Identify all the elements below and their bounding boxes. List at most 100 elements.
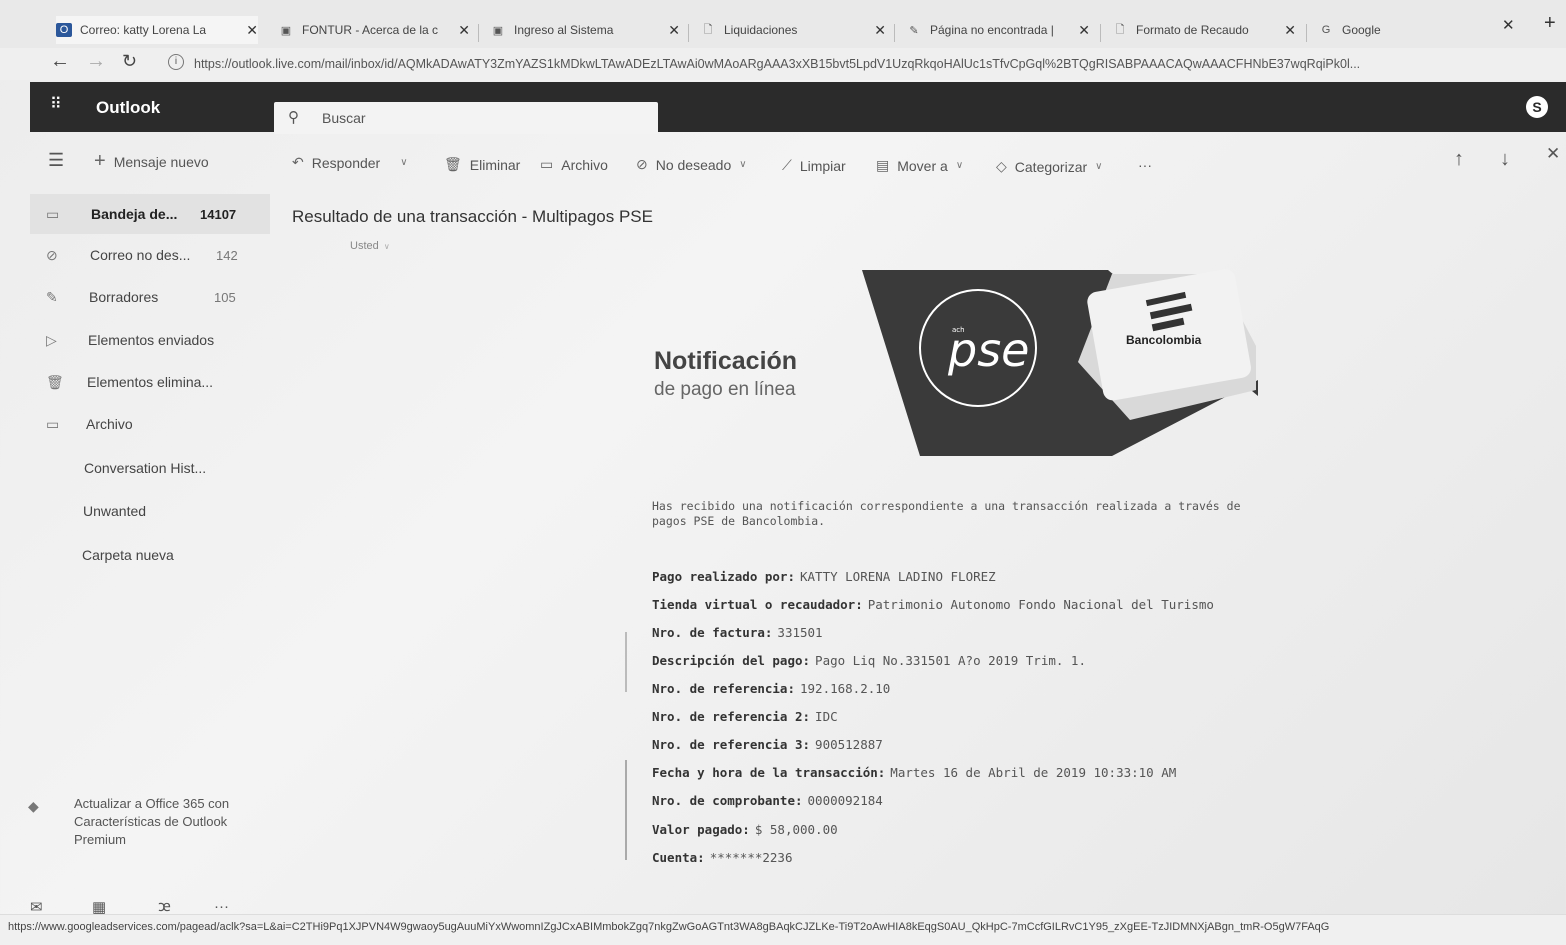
tab-title: Google <box>1342 23 1381 37</box>
folder-name: Archivo <box>86 416 133 432</box>
app-brand[interactable]: Outlook <box>96 98 160 118</box>
inbox-icon: ▭ <box>46 205 60 222</box>
back-arrow-icon[interactable]: ← <box>50 50 70 73</box>
tab-separator <box>1306 24 1307 42</box>
browser-tab[interactable]: ▣ Ingreso al Sistema ✕ <box>490 16 680 44</box>
browser-tab[interactable]: ✎ Página no encontrada | ✕ <box>906 16 1090 44</box>
more-options-button[interactable]: ··· <box>1138 157 1152 173</box>
folder-name: Elementos elimina... <box>87 374 214 390</box>
folder-new[interactable]: Carpeta nueva <box>30 535 270 575</box>
message-sender[interactable]: Usted ∨ <box>350 240 390 252</box>
folder-conversation-history[interactable]: Conversation Hist... <box>30 448 270 488</box>
tab-close-icon[interactable]: ✕ <box>874 22 886 39</box>
avatar[interactable]: S <box>1526 96 1548 118</box>
archive-button[interactable]: ▭ Archivo <box>540 156 608 173</box>
tab-close-icon[interactable]: ✕ <box>246 22 258 39</box>
browser-tab[interactable]: 🗋 Liquidaciones ✕ <box>700 16 886 44</box>
divider <box>625 760 627 860</box>
delete-button[interactable]: 🗑 Eliminar <box>444 156 520 173</box>
archive-icon: ▭ <box>540 156 554 172</box>
folder-deleted[interactable]: 🗑 Elementos elimina... <box>30 362 270 402</box>
search-box[interactable]: ⚲ Buscar <box>274 102 658 134</box>
folder-drafts[interactable]: ✎ Borradores 105 <box>30 277 270 317</box>
tab-title: Correo: katty Lorena La <box>80 23 207 37</box>
outlook-header: ⠿ Outlook ⚲ Buscar S <box>30 82 1566 134</box>
detail-value: Patrimonio Autonomo Fondo Nacional del T… <box>867 597 1214 612</box>
status-url: https://www.googleadservices.com/pagead/… <box>8 921 1330 933</box>
pencil-icon: ✎ <box>46 288 58 305</box>
notification-title: Notificación <box>654 347 798 375</box>
detail-row: Nro. de comprobante: 0000092184 <box>652 793 883 808</box>
folder-move-icon: ▤ <box>876 157 890 173</box>
edit-page-icon: ✎ <box>909 24 919 37</box>
diamond-icon: ◆ <box>28 798 39 814</box>
tab-close-icon[interactable]: ✕ <box>1284 22 1296 39</box>
new-message-button[interactable]: + Mensaje nuevo <box>94 150 209 173</box>
tab-title: Página no encontrada | <box>930 23 1054 37</box>
folder-count: 14107 <box>200 206 237 222</box>
detail-value: Martes 16 de Abril de 2019 10:33:10 AM <box>890 765 1177 780</box>
new-tab-icon[interactable]: + <box>1544 12 1556 35</box>
tab-separator <box>478 24 479 42</box>
chevron-down-icon[interactable]: ∨ <box>400 157 407 168</box>
detail-label: Nro. de referencia 2: <box>652 709 811 724</box>
tab-title: Liquidaciones <box>724 23 798 37</box>
tab-title: Ingreso al Sistema <box>514 23 614 37</box>
url-field[interactable]: https://outlook.live.com/mail/inbox/id/A… <box>194 57 1564 71</box>
close-window-icon[interactable]: ✕ <box>1502 16 1515 34</box>
detail-value: 900512887 <box>815 737 883 752</box>
detail-label: Nro. de referencia: <box>652 681 795 696</box>
chevron-down-icon[interactable]: ∨ <box>1095 161 1102 172</box>
site-icon: ▣ <box>280 24 292 37</box>
detail-value: 0000092184 <box>807 793 883 808</box>
search-input[interactable]: Buscar <box>322 110 366 126</box>
detail-value: 192.168.2.10 <box>800 681 891 696</box>
people-icon[interactable]: ꭢ <box>158 896 171 916</box>
folder-inbox[interactable]: ▭ Bandeja de... 14107 <box>30 194 270 234</box>
folder-count: 105 <box>214 289 236 305</box>
folder-junk[interactable]: ⊘ Correo no des... 142 <box>30 235 270 275</box>
detail-row: Descripción del pago: Pago Liq No.331501 … <box>652 653 1086 668</box>
document-icon: 🗋 <box>1115 23 1125 36</box>
send-icon: ▷ <box>46 331 57 348</box>
detail-label: Valor pagado: <box>652 822 750 837</box>
browser-tab-strip: O Correo: katty Lorena La ✕ ▣ FONTUR - A… <box>0 0 1566 48</box>
arrow-up-icon[interactable]: ↑ <box>1454 148 1464 171</box>
chevron-down-icon[interactable]: ∨ <box>739 159 746 170</box>
move-to-button[interactable]: ▤ Mover a ∨ <box>876 157 963 174</box>
browser-tab[interactable]: O Correo: katty Lorena La ✕ <box>56 16 258 44</box>
folder-name: Bandeja de... <box>91 206 178 222</box>
detail-value: Pago Liq No.331501 A?o 2019 Trim. 1. <box>815 653 1086 668</box>
detail-label: Nro. de referencia 3: <box>652 737 811 752</box>
pse-small-text: ach <box>952 326 965 334</box>
forward-arrow-icon[interactable]: → <box>86 50 106 73</box>
browser-tab[interactable]: G Google <box>1318 16 1498 44</box>
info-icon[interactable]: i <box>168 54 184 70</box>
browser-tab[interactable]: ▣ FONTUR - Acerca de la c ✕ <box>278 16 470 44</box>
categorize-button[interactable]: ◇ Categorizar ∨ <box>996 158 1102 175</box>
tab-separator <box>688 24 689 42</box>
junk-button[interactable]: ⊘ No deseado ∨ <box>636 156 747 173</box>
folder-unwanted[interactable]: Unwanted <box>30 491 270 531</box>
tab-close-icon[interactable]: ✕ <box>1078 22 1090 39</box>
tab-close-icon[interactable]: ✕ <box>458 22 470 39</box>
folder-archive[interactable]: ▭ Archivo <box>30 404 270 444</box>
hamburger-menu-icon[interactable]: ☰ <box>48 150 64 171</box>
detail-value: $ 58,000.00 <box>754 822 838 837</box>
archive-icon: ▭ <box>46 415 60 432</box>
more-apps-icon[interactable]: ··· <box>214 898 229 915</box>
folder-sent[interactable]: ▷ Elementos enviados <box>30 320 270 360</box>
tab-close-icon[interactable]: ✕ <box>668 22 680 39</box>
chevron-down-icon[interactable]: ∨ <box>956 160 963 171</box>
close-icon[interactable]: ✕ <box>1546 144 1560 164</box>
folder-count: 142 <box>216 247 238 263</box>
detail-row: Nro. de referencia: 192.168.2.10 <box>652 681 890 696</box>
reply-button[interactable]: ↶ Responder ∨ <box>292 154 408 171</box>
browser-tab[interactable]: 🗋 Formato de Recaudo ✕ <box>1112 16 1296 44</box>
detail-label: Pago realizado por: <box>652 569 795 584</box>
app-launcher-icon[interactable]: ⠿ <box>50 94 62 114</box>
sweep-button[interactable]: ⟋ Limpiar <box>782 157 846 174</box>
arrow-down-icon[interactable]: ↓ <box>1500 148 1510 171</box>
refresh-icon[interactable]: ↻ <box>122 51 137 72</box>
bancolombia-label: Bancolombia <box>1126 333 1202 347</box>
